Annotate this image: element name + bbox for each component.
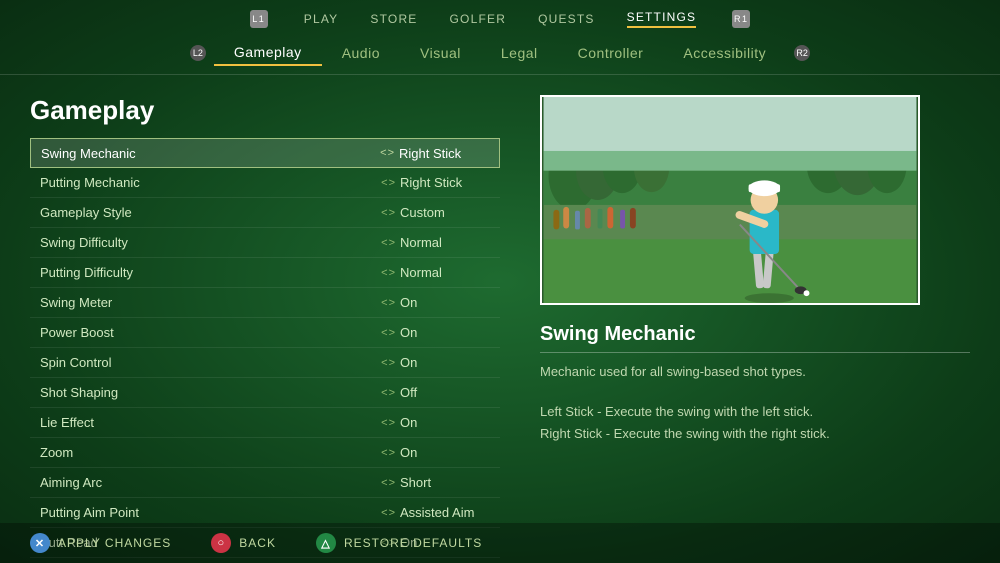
setting-value: Off (400, 385, 500, 400)
setting-name: Putting Mechanic (30, 175, 375, 190)
back-action[interactable]: ○ BACK (211, 533, 276, 553)
setting-arrows: < > (375, 507, 400, 519)
setting-name: Swing Mechanic (31, 146, 374, 161)
setting-name: Swing Meter (30, 295, 375, 310)
settings-row[interactable]: Shot Shaping < > Off (30, 378, 500, 408)
setting-arrows: < > (375, 297, 400, 309)
setting-arrows: < > (375, 477, 400, 489)
nav-store[interactable]: STORE (370, 12, 417, 26)
settings-row[interactable]: Lie Effect < > On (30, 408, 500, 438)
settings-list: Swing Mechanic < > Right Stick Putting M… (30, 138, 500, 558)
settings-row[interactable]: Swing Meter < > On (30, 288, 500, 318)
bottom-bar: ✕ APPLY CHANGES ○ BACK △ RESTORE DEFAULT… (0, 523, 1000, 563)
detail-description2: Left Stick - Execute the swing with the … (540, 401, 970, 445)
settings-row[interactable]: Swing Difficulty < > Normal (30, 228, 500, 258)
detail-title: Swing Mechanic (540, 323, 970, 353)
setting-name: Putting Difficulty (30, 265, 375, 280)
setting-arrows: < > (374, 147, 399, 159)
setting-value: On (400, 445, 500, 460)
setting-value: On (400, 325, 500, 340)
settings-row[interactable]: Swing Mechanic < > Right Stick (30, 138, 500, 168)
setting-name: Spin Control (30, 355, 375, 370)
detail-description1: Mechanic used for all swing-based shot t… (540, 361, 970, 383)
setting-value: Normal (400, 235, 500, 250)
tab-controller[interactable]: Controller (558, 41, 664, 65)
setting-value: Custom (400, 205, 500, 220)
settings-row[interactable]: Zoom < > On (30, 438, 500, 468)
nav-right-icon: R1 (732, 10, 750, 28)
tab-accessibility[interactable]: Accessibility (663, 41, 786, 65)
settings-row[interactable]: Putting Mechanic < > Right Stick (30, 168, 500, 198)
setting-name: Putting Aim Point (30, 505, 375, 520)
setting-arrows: < > (375, 417, 400, 429)
setting-name: Lie Effect (30, 415, 375, 430)
nav-play[interactable]: PLAY (304, 12, 339, 26)
setting-value: Normal (400, 265, 500, 280)
nav-settings[interactable]: SETTINGS (627, 10, 697, 28)
top-nav: L1 PLAY STORE GOLFER QUESTS SETTINGS R1 (0, 0, 1000, 34)
setting-arrows: < > (375, 177, 400, 189)
nav-left-icon: L1 (250, 10, 268, 28)
nav-golfer[interactable]: GOLFER (450, 12, 507, 26)
setting-value: Right Stick (399, 146, 499, 161)
right-panel: Swing Mechanic Mechanic used for all swi… (540, 95, 970, 558)
tab-audio[interactable]: Audio (322, 41, 400, 65)
tab-right-icon: R2 (794, 45, 810, 61)
setting-value: Short (400, 475, 500, 490)
x-button-icon: ✕ (30, 533, 50, 553)
settings-row[interactable]: Aiming Arc < > Short (30, 468, 500, 498)
setting-name: Power Boost (30, 325, 375, 340)
setting-name: Shot Shaping (30, 385, 375, 400)
settings-row[interactable]: Spin Control < > On (30, 348, 500, 378)
nav-quests[interactable]: QUESTS (538, 12, 595, 26)
setting-arrows: < > (375, 267, 400, 279)
setting-name: Zoom (30, 445, 375, 460)
left-panel: Gameplay Swing Mechanic < > Right Stick … (30, 95, 500, 558)
preview-image (540, 95, 920, 305)
setting-value: On (400, 295, 500, 310)
setting-value: Right Stick (400, 175, 500, 190)
restore-defaults-action[interactable]: △ RESTORE DEFAULTS (316, 533, 482, 553)
setting-value: Assisted Aim (400, 505, 500, 520)
settings-row[interactable]: Gameplay Style < > Custom (30, 198, 500, 228)
tab-legal[interactable]: Legal (481, 41, 558, 65)
tab-visual[interactable]: Visual (400, 41, 481, 65)
setting-arrows: < > (375, 327, 400, 339)
setting-arrows: < > (375, 237, 400, 249)
setting-name: Aiming Arc (30, 475, 375, 490)
panel-title: Gameplay (30, 95, 500, 126)
apply-changes-label: APPLY CHANGES (58, 536, 171, 550)
setting-value: On (400, 415, 500, 430)
setting-value: On (400, 355, 500, 370)
tab-gameplay[interactable]: Gameplay (214, 40, 322, 66)
tab-left-icon: L2 (190, 45, 206, 61)
setting-name: Gameplay Style (30, 205, 375, 220)
settings-row[interactable]: Putting Difficulty < > Normal (30, 258, 500, 288)
triangle-button-icon: △ (316, 533, 336, 553)
setting-name: Swing Difficulty (30, 235, 375, 250)
restore-defaults-label: RESTORE DEFAULTS (344, 536, 482, 550)
back-label: BACK (239, 536, 276, 550)
apply-changes-action[interactable]: ✕ APPLY CHANGES (30, 533, 171, 553)
setting-arrows: < > (375, 357, 400, 369)
tab-bar: L2 Gameplay Audio Visual Legal Controlle… (0, 34, 1000, 75)
setting-arrows: < > (375, 447, 400, 459)
settings-row[interactable]: Power Boost < > On (30, 318, 500, 348)
main-content: Gameplay Swing Mechanic < > Right Stick … (0, 75, 1000, 558)
setting-arrows: < > (375, 387, 400, 399)
circle-button-icon: ○ (211, 533, 231, 553)
setting-arrows: < > (375, 207, 400, 219)
